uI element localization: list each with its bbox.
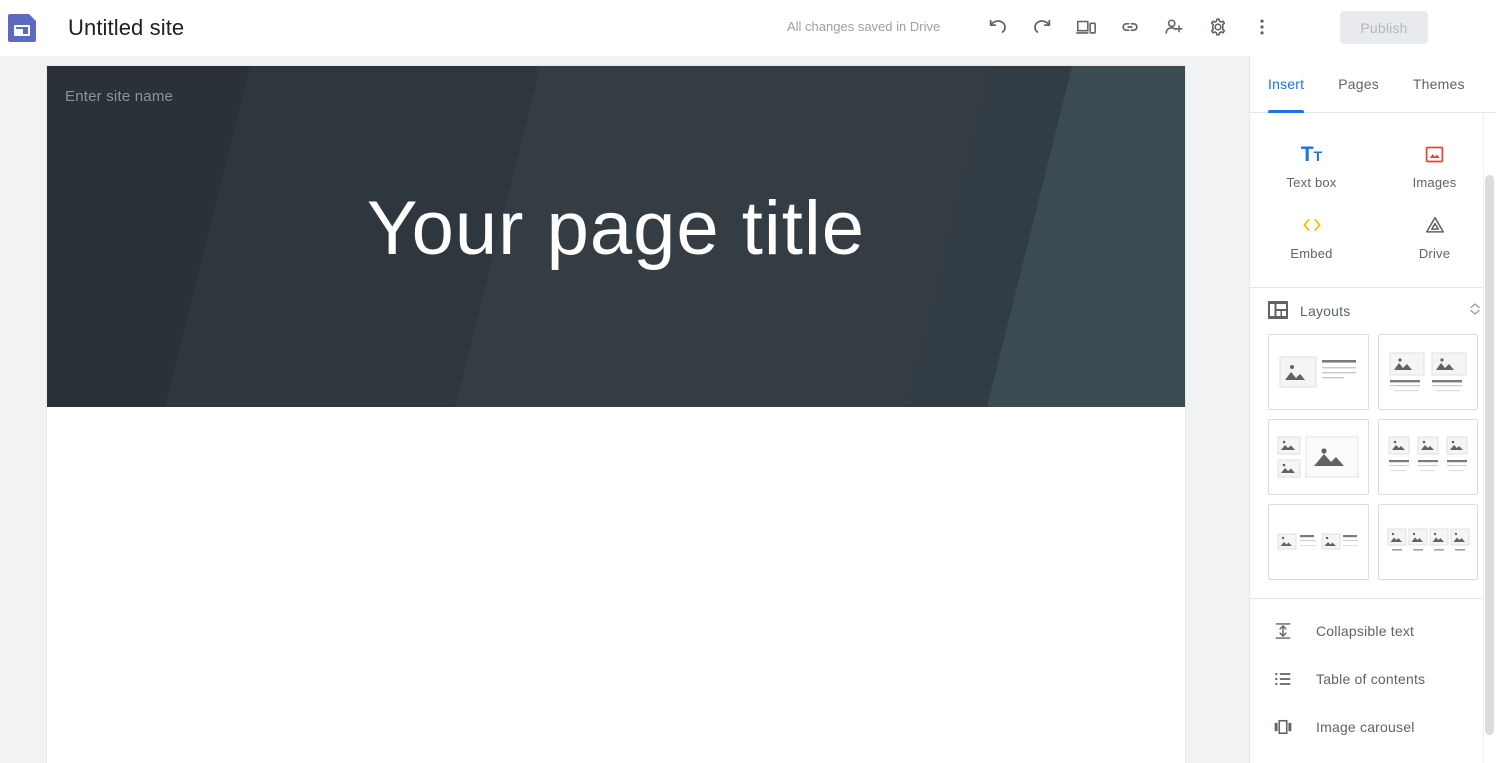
layout-option-four-images-row[interactable] (1377, 504, 1478, 580)
insert-drive-label: Drive (1418, 246, 1451, 261)
preview-button[interactable] (1064, 5, 1108, 49)
undo-button[interactable] (976, 5, 1020, 49)
insert-tools-list: Collapsible text Table of contents Image… (1250, 599, 1496, 751)
share-button[interactable] (1152, 5, 1196, 49)
logo-glyph (14, 24, 30, 36)
table-of-contents-icon (1272, 668, 1294, 690)
layout-option-two-image-text-pairs[interactable] (1268, 504, 1369, 580)
insert-text-box-label: Text box (1286, 175, 1337, 190)
site-title-field[interactable]: Untitled site (68, 15, 184, 41)
unfold-less-icon[interactable] (1468, 302, 1482, 321)
layout-option-two-images-text-below[interactable] (1377, 334, 1478, 410)
page-content-body[interactable] (47, 407, 1185, 763)
insert-embed-label: Embed (1290, 246, 1333, 261)
insert-table-of-contents-button[interactable]: Table of contents (1250, 655, 1496, 703)
top-app-bar: Untitled site All changes saved in Drive (0, 0, 1496, 56)
insert-images-label: Images (1412, 175, 1457, 190)
publish-button[interactable]: Publish (1340, 11, 1428, 44)
gear-icon (1207, 16, 1229, 38)
insert-options-grid: TT Text box Images Embed Drive (1250, 113, 1496, 283)
page-sheet: Enter site name Your page title (47, 66, 1185, 763)
panel-tab-bar: Insert Pages Themes (1250, 56, 1496, 113)
site-name-input[interactable]: Enter site name (65, 88, 173, 105)
google-sites-logo-icon[interactable] (8, 13, 36, 42)
editor-canvas-area: Enter site name Your page title (0, 56, 1249, 763)
insert-collapsible-text-label: Collapsible text (1316, 623, 1415, 639)
toolbar-actions (976, 5, 1284, 49)
text-box-icon: TT (1300, 142, 1323, 166)
layouts-section-header[interactable]: Layouts (1250, 288, 1496, 334)
insert-collapsible-text-button[interactable]: Collapsible text (1250, 607, 1496, 655)
panel-scrollbar-thumb[interactable] (1485, 175, 1494, 735)
collapsible-text-icon (1272, 620, 1294, 642)
embed-code-icon (1301, 212, 1323, 238)
tab-themes[interactable]: Themes (1413, 56, 1465, 113)
insert-text-box-button[interactable]: TT Text box (1250, 131, 1373, 202)
more-options-button[interactable] (1240, 5, 1284, 49)
layouts-section-label: Layouts (1300, 303, 1351, 319)
more-vertical-icon (1251, 16, 1273, 38)
redo-button[interactable] (1020, 5, 1064, 49)
save-status-text: All changes saved in Drive (787, 19, 941, 34)
panel-scrollbar-track[interactable] (1483, 113, 1496, 763)
preview-devices-icon (1075, 16, 1097, 38)
layout-option-image-left-text-right[interactable] (1268, 334, 1369, 410)
insert-image-carousel-label: Image carousel (1316, 719, 1415, 735)
link-icon (1119, 16, 1141, 38)
page-title-text[interactable]: Your page title (47, 191, 1185, 267)
google-drive-icon (1424, 212, 1446, 238)
insert-images-button[interactable]: Images (1373, 131, 1496, 202)
layout-option-three-images-text-below[interactable] (1377, 419, 1478, 495)
redo-icon (1031, 16, 1053, 38)
layouts-gallery (1250, 334, 1496, 586)
site-header-banner[interactable]: Enter site name Your page title (47, 66, 1185, 407)
copy-link-button[interactable] (1108, 5, 1152, 49)
layouts-grid-icon (1268, 301, 1288, 321)
images-icon (1424, 141, 1445, 167)
settings-button[interactable] (1196, 5, 1240, 49)
undo-icon (987, 16, 1009, 38)
insert-drive-button[interactable]: Drive (1373, 202, 1496, 273)
tab-insert[interactable]: Insert (1268, 56, 1305, 113)
insert-image-carousel-button[interactable]: Image carousel (1250, 703, 1496, 751)
layout-option-two-small-one-large[interactable] (1268, 419, 1369, 495)
tab-pages[interactable]: Pages (1338, 56, 1379, 113)
insert-side-panel: Insert Pages Themes TT Text box Images E… (1249, 56, 1496, 763)
insert-embed-button[interactable]: Embed (1250, 202, 1373, 273)
insert-table-of-contents-label: Table of contents (1316, 671, 1426, 687)
person-add-icon (1163, 16, 1185, 38)
image-carousel-icon (1272, 716, 1294, 738)
